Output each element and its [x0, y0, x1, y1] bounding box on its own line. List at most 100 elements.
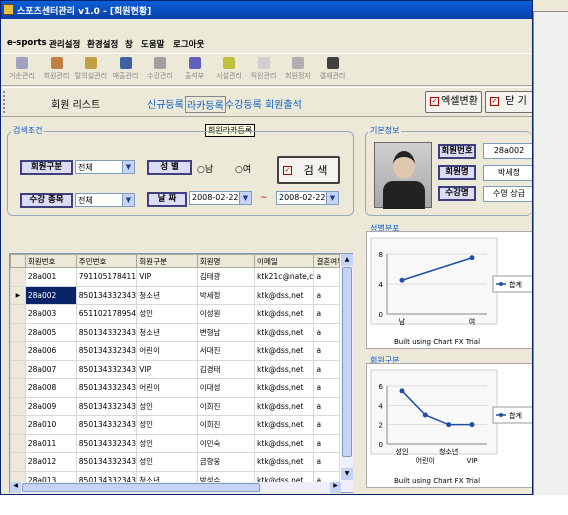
table-row[interactable]: 28a006 8501343323433 어린이 서대진 ktk@dss,net a	[10, 341, 340, 361]
excel-export-button[interactable]: ✓ 엑셀변환	[425, 91, 482, 113]
table-cell[interactable]: 성인	[136, 396, 198, 416]
table-cell[interactable]: ktk@dss,net	[254, 378, 315, 398]
table-cell[interactable]: 성인	[136, 304, 198, 324]
table-cell[interactable]: 성인	[136, 452, 198, 472]
column-header[interactable]: 이메일	[254, 254, 315, 268]
menu-env-settings[interactable]: 환경설정	[87, 38, 118, 50]
table-row[interactable]: 28a003 651102178954 성인 이성원 ktk@dss,net a	[10, 304, 340, 324]
table-cell[interactable]: a	[313, 341, 340, 361]
table-cell[interactable]: 성인	[136, 415, 198, 435]
table-row[interactable]: 28a012 8501343323433 성인 금향웅 ktk@dss,net a	[10, 452, 340, 472]
table-cell[interactable]: 8501343323433	[75, 341, 138, 361]
date-from-picker[interactable]: 2008-02-22 ▼	[189, 191, 252, 205]
table-cell[interactable]: 28a008	[24, 378, 77, 398]
link-attendance[interactable]: 회원출석	[265, 96, 302, 111]
link-new-register[interactable]: 신규등록	[147, 96, 184, 111]
row-selector[interactable]	[10, 396, 26, 416]
row-selector[interactable]	[10, 267, 26, 287]
link-locker-register[interactable]: 라카등록	[185, 96, 226, 113]
table-cell[interactable]: VIP	[136, 359, 198, 379]
table-cell[interactable]: 청소년	[136, 322, 198, 342]
table-cell[interactable]: 8501343323433	[75, 285, 138, 305]
member-grid[interactable]: 회원번호주민번호회원구분회원명이메일결혼여부28a001791105178411…	[9, 253, 353, 493]
menu-help[interactable]: 도움말	[141, 38, 164, 50]
row-selector[interactable]: ▶	[10, 285, 26, 305]
menu-window[interactable]: 창	[125, 38, 133, 50]
table-cell[interactable]: ktk@dss,net	[254, 341, 315, 361]
row-selector[interactable]	[10, 322, 26, 342]
column-header[interactable]: 결혼여부	[313, 254, 340, 268]
table-row[interactable]: 28a005 8501343323433 청소년 변형남 ktk@dss,net a	[10, 322, 340, 342]
table-cell[interactable]: 8501343323433	[75, 433, 138, 453]
date-to-picker[interactable]: 2008-02-22 ▼	[276, 191, 339, 205]
gender-female-radio[interactable]: ○여	[235, 162, 251, 175]
table-cell[interactable]: a	[313, 415, 340, 435]
table-cell[interactable]: 변형남	[196, 322, 256, 342]
table-cell[interactable]: ktk21c@nate,c...	[254, 267, 315, 287]
scroll-thumb[interactable]	[342, 267, 352, 457]
table-cell[interactable]: 7911051784115	[75, 267, 138, 287]
row-selector[interactable]	[10, 378, 26, 398]
row-selector[interactable]	[10, 415, 26, 435]
table-cell[interactable]: 어린이	[136, 378, 198, 398]
toolbar-button-8[interactable]: 회원정지	[281, 56, 315, 86]
table-cell[interactable]: 이희진	[196, 396, 256, 416]
table-cell[interactable]: 28a002	[24, 285, 77, 305]
scroll-left-icon[interactable]: ◀	[10, 482, 21, 493]
toolbar-button-6[interactable]: 시설관리	[212, 56, 246, 86]
table-cell[interactable]: ktk@dss,net	[254, 452, 315, 472]
table-cell[interactable]: a	[313, 285, 340, 305]
row-selector[interactable]	[10, 359, 26, 379]
table-cell[interactable]: a	[313, 359, 340, 379]
table-cell[interactable]: 금향웅	[196, 452, 256, 472]
table-cell[interactable]: 이성원	[196, 304, 256, 324]
table-cell[interactable]: 8501343323433	[75, 415, 138, 435]
column-header[interactable]: 회원구분	[136, 254, 198, 268]
table-cell[interactable]: ktk@dss,net	[254, 285, 315, 305]
table-cell[interactable]: 8501343323433	[75, 396, 138, 416]
table-cell[interactable]: a	[313, 304, 340, 324]
close-button[interactable]: ✓ 닫 기	[485, 91, 532, 113]
table-cell[interactable]: 김경태	[196, 359, 256, 379]
table-cell[interactable]: a	[313, 396, 340, 416]
scroll-right-icon[interactable]: ▶	[330, 482, 341, 493]
table-cell[interactable]: a	[313, 267, 340, 287]
row-selector[interactable]	[10, 341, 26, 361]
table-cell[interactable]: 청소년	[136, 285, 198, 305]
search-button[interactable]: ✓ 검 색	[277, 156, 340, 184]
horizontal-scrollbar[interactable]: ◀ ▶	[10, 482, 341, 493]
toolbar-button-2[interactable]: 탈의실관리	[74, 56, 108, 86]
gender-male-radio[interactable]: ○남	[197, 162, 213, 175]
table-row[interactable]: 28a0017911051784115VIP김태광ktk21c@nate,c..…	[10, 267, 340, 287]
row-selector[interactable]	[10, 304, 26, 324]
table-cell[interactable]: ktk@dss,net	[254, 322, 315, 342]
column-header[interactable]: 주민번호	[75, 254, 138, 268]
table-cell[interactable]: ktk@dss,net	[254, 415, 315, 435]
table-cell[interactable]: 28a003	[24, 304, 77, 324]
menu-esports[interactable]: e-sports	[7, 38, 47, 48]
course-select[interactable]: 전체 ▼	[75, 193, 135, 207]
column-header[interactable]: 회원명	[196, 254, 256, 268]
table-cell[interactable]: ktk@dss,net	[254, 304, 315, 324]
table-cell[interactable]: 8501343323433	[75, 322, 138, 342]
table-cell[interactable]: 8501343323433	[75, 452, 138, 472]
table-cell[interactable]: 28a005	[24, 322, 77, 342]
row-selector[interactable]	[10, 433, 26, 453]
menu-logout[interactable]: 로그아웃	[173, 38, 204, 50]
table-cell[interactable]: 성인	[136, 433, 198, 453]
menu-admin-settings[interactable]: 관리설정	[49, 38, 80, 50]
table-cell[interactable]: 이민숙	[196, 433, 256, 453]
toolbar-button-7[interactable]: 직원관리	[247, 56, 281, 86]
table-row[interactable]: ▶ 28a002 8501343323433 청소년 박세정 ktk@dss,net a	[10, 285, 340, 305]
table-row[interactable]: 28a008 8501343323433 어린이 이대성 ktk@dss,net a	[10, 378, 340, 398]
h-scroll-thumb[interactable]	[22, 483, 260, 492]
table-cell[interactable]: ktk@dss,net	[254, 359, 315, 379]
table-cell[interactable]: 8501343323433	[75, 359, 138, 379]
table-cell[interactable]: 28a001	[24, 267, 77, 287]
table-cell[interactable]: 28a007	[24, 359, 77, 379]
table-cell[interactable]: a	[313, 378, 340, 398]
table-cell[interactable]: 28a011	[24, 433, 77, 453]
table-cell[interactable]: VIP	[136, 267, 198, 287]
table-cell[interactable]: 28a012	[24, 452, 77, 472]
table-cell[interactable]: 이희진	[196, 415, 256, 435]
